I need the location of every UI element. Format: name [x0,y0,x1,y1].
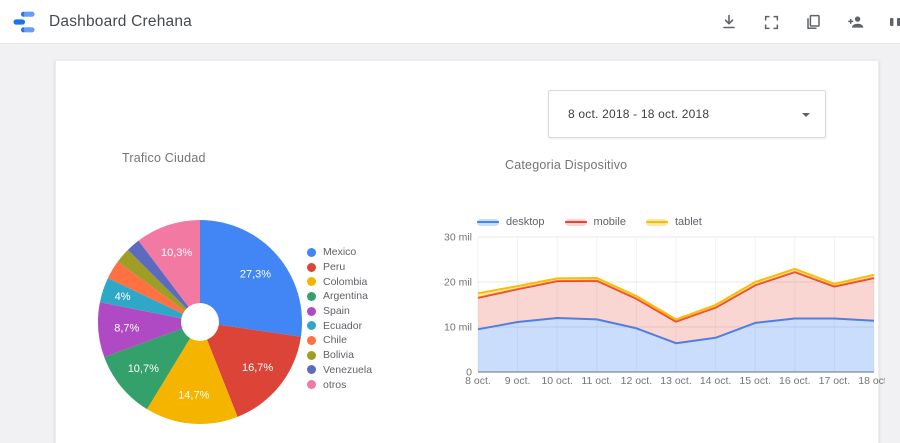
legend-label: Peru [323,261,346,274]
pie-legend: Mexico Peru Colombia Argentina Spain Ecuador C… [307,245,372,392]
area-chart-title: Categoria Dispositivo [505,158,628,172]
area-legend-item-tablet: tablet [645,216,702,228]
pie-donut-hole [181,303,219,341]
legend-label: tablet [674,216,702,228]
pie-slice-label: 4% [115,291,131,303]
caret-down-icon [802,113,810,117]
pie-legend-item-ecuador: Ecuador [307,318,372,333]
x-tick-label: 14 oct. [700,375,732,387]
pie-slice-label: 8,7% [114,322,139,334]
legend-color-dot [307,291,316,301]
legend-color-dot [307,321,316,331]
pie-slice-label: 10,7% [128,363,159,375]
legend-swatch-line [564,221,587,223]
legend-label: otros [323,378,347,391]
legend-color-dot [307,380,316,390]
legend-label: Chile [323,334,347,347]
date-range-selector[interactable]: 8 oct. 2018 - 18 oct. 2018 [548,90,826,138]
pie-legend-item-otros: otros [307,377,372,392]
header-actions [716,0,900,44]
area-legend-item-mobile: mobile [564,216,626,228]
pie-legend-item-colombia: Colombia [307,274,372,289]
y-tick-label: 10 mil [444,322,472,334]
x-tick-label: 13 oct. [660,375,692,387]
pie-slice-label: 27,3% [240,269,271,281]
fullscreen-icon[interactable] [758,9,784,35]
x-tick-label: 15 oct. [739,375,771,387]
legend-color-dot [307,247,316,257]
x-tick-label: 18 oct. [858,375,885,387]
legend-label: Colombia [323,275,368,288]
traffic-city-pie-chart[interactable]: 27,3% 16,7% 14,7% 10,7% 8,7% 4% 10,3% [95,217,305,427]
pie-legend-item-argentina: Argentina [307,289,372,304]
date-range-value: 8 oct. 2018 - 18 oct. 2018 [568,107,710,121]
pie-legend-item-bolivia: Bolivia [307,348,372,363]
pie-legend-item-mexico: Mexico [307,245,372,260]
clipped-edge-icon[interactable] [884,9,900,35]
legend-label: Bolivia [323,349,354,362]
pie-slice-label: 10,3% [161,247,192,259]
x-tick-label: 17 oct. [819,375,851,387]
legend-label: mobile [593,216,626,228]
x-tick-label: 8 oct. [465,375,491,387]
x-tick-label: 12 oct. [621,375,653,387]
legend-label: Argentina [323,290,368,303]
share-add-person-icon[interactable] [842,9,868,35]
copy-pages-icon[interactable] [800,9,826,35]
y-tick-label: 30 mil [444,232,472,244]
data-studio-logo-icon [13,11,35,32]
legend-label: Venezuela [323,363,373,376]
legend-color-dot [307,350,316,360]
legend-color-dot [307,262,316,272]
legend-label: Mexico [323,246,357,259]
legend-color-dot [307,306,316,316]
legend-swatch [477,218,499,226]
area-legend: desktop mobile tablet [477,216,722,228]
pie-legend-item-venezuela: Venezuela [307,363,372,378]
area-legend-item-desktop: desktop [477,216,545,228]
legend-label: desktop [506,216,545,228]
download-icon[interactable] [716,9,742,35]
legend-swatch [645,218,668,226]
legend-color-dot [307,335,316,345]
device-category-area-chart[interactable]: 010 mil20 mil30 mil8 oct. 9 oct. 10 oct. 11… [435,230,885,392]
pie-slice-label: 14,7% [178,390,209,402]
x-tick-label: 10 oct. [541,375,573,387]
x-tick-label: 16 oct. [779,375,811,387]
pie-chart-title: Trafico Ciudad [122,151,206,165]
header-bar: Dashboard Crehana [0,0,900,44]
pie-legend-item-chile: Chile [307,333,372,348]
legend-swatch-line [645,221,668,223]
legend-color-dot [307,277,316,287]
x-tick-label: 11 oct. [581,375,612,387]
legend-color-dot [307,365,316,375]
pie-legend-item-spain: Spain [307,304,372,319]
pie-slice-label: 16,7% [242,362,273,374]
pie-legend-item-peru: Peru [307,260,372,275]
y-tick-label: 20 mil [444,277,472,289]
report-title: Dashboard Crehana [49,12,192,30]
legend-swatch [564,218,587,226]
legend-label: Spain [323,305,350,318]
x-tick-label: 9 oct. [505,375,531,387]
legend-swatch-line [477,221,499,223]
legend-label: Ecuador [323,319,363,332]
datastudio-report-view: Dashboard Crehana 8 oct. 2018 - 18 oct. … [0,0,900,443]
